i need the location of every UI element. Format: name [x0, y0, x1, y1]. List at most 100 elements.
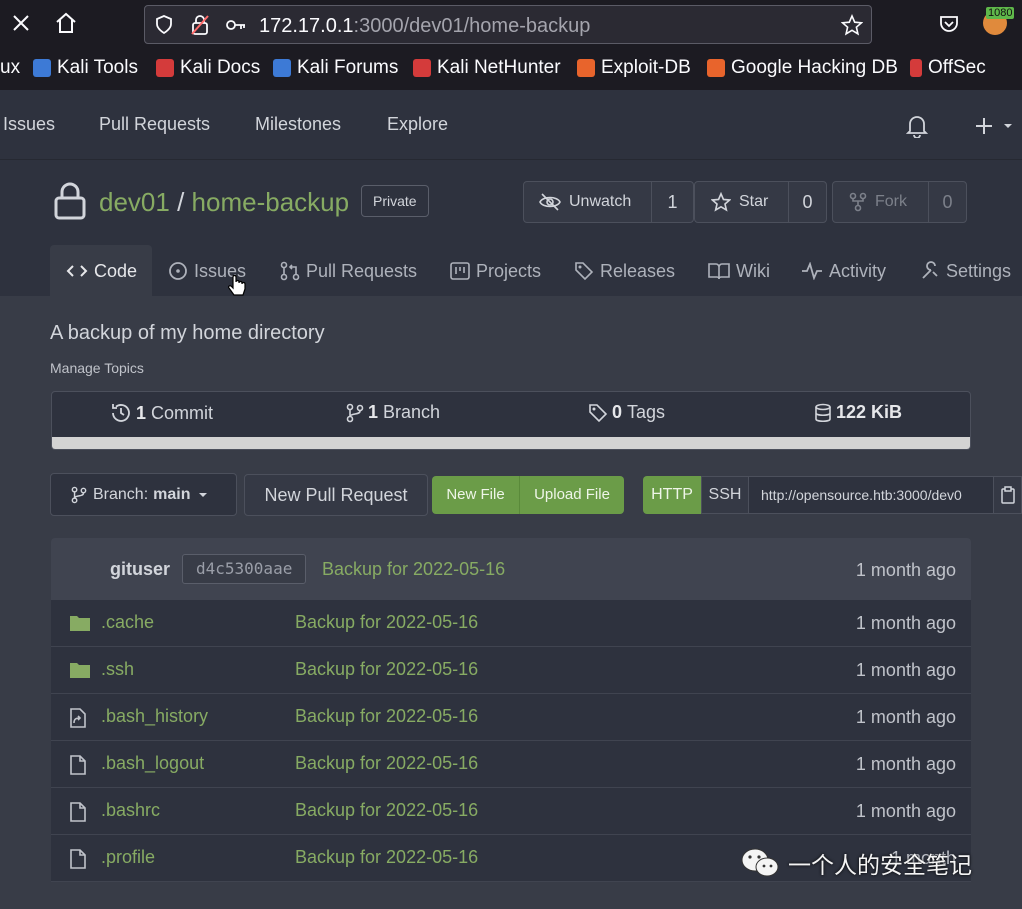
nav-pull-requests[interactable]: Pull Requests [99, 114, 210, 135]
branch-dropdown[interactable]: Branch: main [50, 473, 237, 516]
file-row[interactable]: .bash_logout Backup for 2022-05-16 1 month… [51, 740, 971, 787]
tag-icon [575, 262, 594, 281]
bookmark-google-hacking-db[interactable]: Google Hacking DB [707, 57, 898, 79]
file-commit-message[interactable]: Backup for 2022-05-16 [295, 753, 478, 774]
star-count[interactable]: 0 [788, 182, 826, 222]
file-row[interactable]: .bash_history Backup for 2022-05-16 1 mont… [51, 693, 971, 740]
repo-owner-link[interactable]: dev01 [99, 187, 170, 217]
tab-code[interactable]: Code [66, 246, 137, 296]
branch-icon [71, 486, 87, 504]
clone-url-input[interactable]: http://opensource.htb:3000/dev0 [749, 476, 994, 514]
bookmark-kali-tools[interactable]: Kali Tools [33, 57, 138, 79]
commits-label: Commit [151, 402, 214, 423]
file-name-link[interactable]: .ssh [101, 659, 134, 680]
home-icon[interactable] [54, 12, 78, 34]
file-row[interactable]: .cache Backup for 2022-05-16 1 month ago [51, 599, 971, 646]
file-name-link[interactable]: .cache [101, 612, 154, 633]
watermark-text: 一个人的安全笔记 [788, 852, 972, 878]
bookmark-linux[interactable]: ux [0, 57, 20, 79]
commit-author[interactable]: gituser [110, 559, 170, 580]
branches-stat[interactable]: 1 Branch [346, 402, 440, 423]
file-name-link[interactable]: .profile [101, 847, 155, 868]
tab-settings[interactable]: Settings [920, 246, 1011, 296]
kali-nethunter-icon [413, 59, 431, 77]
file-row[interactable]: .ssh Backup for 2022-05-16 1 month ago [51, 646, 971, 693]
latest-commit-header: gituser d4c5300aae Backup for 2022-05-16… [51, 538, 971, 599]
clone-box: HTTP SSH http://opensource.htb:3000/dev0 [643, 476, 1022, 514]
tags-count: 0 [612, 402, 623, 422]
close-tab-icon[interactable] [10, 12, 32, 34]
url-host: 172.17.0.1 [259, 15, 354, 37]
fork-button[interactable]: Fork 0 [832, 181, 967, 223]
file-commit-message[interactable]: Backup for 2022-05-16 [295, 706, 478, 727]
create-menu-icon[interactable] [974, 115, 1018, 137]
star-icon [711, 192, 731, 212]
tab-projects[interactable]: Projects [450, 246, 541, 296]
tab-wiki[interactable]: Wiki [708, 246, 770, 296]
new-pull-request-button[interactable]: New Pull Request [244, 474, 428, 516]
hand-cursor-icon [227, 275, 247, 299]
file-name-link[interactable]: .bashrc [101, 800, 160, 821]
url-bar[interactable]: 172.17.0.1:3000/dev01/home-backup [144, 5, 872, 44]
project-board-icon [450, 262, 470, 280]
nav-explore[interactable]: Explore [387, 114, 448, 135]
copy-url-button[interactable] [994, 476, 1022, 514]
tab-label: Projects [476, 260, 542, 281]
insecure-lock-icon[interactable] [191, 14, 209, 36]
star-button[interactable]: Star 0 [694, 181, 827, 223]
nav-milestones[interactable]: Milestones [255, 114, 341, 135]
unwatch-button[interactable]: Unwatch 1 [523, 181, 694, 223]
size-stat: 122 KiB [814, 402, 907, 423]
bookmark-offsec[interactable]: OffSec [910, 57, 986, 79]
shield-icon[interactable] [155, 15, 173, 35]
bell-icon[interactable] [906, 114, 928, 138]
pocket-icon[interactable] [938, 13, 960, 35]
repo-name-link[interactable]: home-backup [192, 187, 350, 217]
tags-stat[interactable]: 0 Tags [588, 402, 665, 423]
ssh-clone-button[interactable]: SSH [701, 476, 749, 514]
http-clone-button[interactable]: HTTP [643, 476, 701, 514]
branch-name: main [153, 485, 191, 503]
file-name-link[interactable]: .bash_history [101, 706, 208, 727]
private-badge: Private [361, 185, 429, 217]
file-list-bottom-border [51, 881, 971, 882]
issue-icon [169, 262, 187, 280]
fork-label: Fork [875, 193, 907, 210]
file-commit-message[interactable]: Backup for 2022-05-16 [295, 612, 478, 633]
file-commit-message[interactable]: Backup for 2022-05-16 [295, 800, 478, 821]
file-row[interactable]: .bashrc Backup for 2022-05-16 1 month ago [51, 787, 971, 834]
bookmark-exploit-db[interactable]: Exploit-DB [577, 57, 691, 79]
url-text[interactable]: 172.17.0.1:3000/dev01/home-backup [259, 15, 590, 38]
commit-message[interactable]: Backup for 2022-05-16 [322, 559, 505, 580]
file-age: 1 month ago [855, 754, 956, 774]
bookmark-star-icon[interactable] [841, 14, 863, 36]
manage-topics-link[interactable]: Manage Topics [50, 360, 144, 376]
file-commit-message[interactable]: Backup for 2022-05-16 [295, 847, 478, 868]
tab-releases[interactable]: Releases [574, 246, 675, 296]
wechat-icon [740, 846, 782, 880]
kali-tools-icon [33, 59, 51, 77]
tab-activity[interactable]: Activity [801, 246, 886, 296]
star-label: Star [739, 193, 769, 210]
tag-icon [589, 403, 608, 422]
fork-count[interactable]: 0 [928, 182, 966, 222]
symlink-file-icon [69, 708, 87, 728]
file-actions-group: New File Upload File [432, 476, 624, 514]
file-commit-message[interactable]: Backup for 2022-05-16 [295, 659, 478, 680]
commit-sha-button[interactable]: d4c5300aae [182, 554, 307, 584]
commits-stat[interactable]: 1 Commit [110, 402, 213, 424]
watch-count[interactable]: 1 [651, 182, 693, 222]
bookmark-kali-nethunter[interactable]: Kali NetHunter [413, 57, 561, 79]
nav-issues[interactable]: Issues [3, 114, 55, 135]
fork-icon [849, 192, 867, 212]
branches-label: Branch [383, 402, 441, 422]
upload-file-button[interactable]: Upload File [520, 476, 624, 514]
file-name-link[interactable]: .bash_logout [101, 753, 204, 774]
new-file-button[interactable]: New File [432, 476, 520, 514]
pull-request-icon [280, 261, 300, 281]
bookmark-kali-docs[interactable]: Kali Docs [156, 57, 260, 79]
key-icon[interactable] [225, 16, 247, 34]
tab-pull-requests[interactable]: Pull Requests [280, 246, 417, 296]
bookmark-kali-forums[interactable]: Kali Forums [273, 57, 398, 79]
bookmark-label: Kali NetHunter [437, 57, 561, 78]
